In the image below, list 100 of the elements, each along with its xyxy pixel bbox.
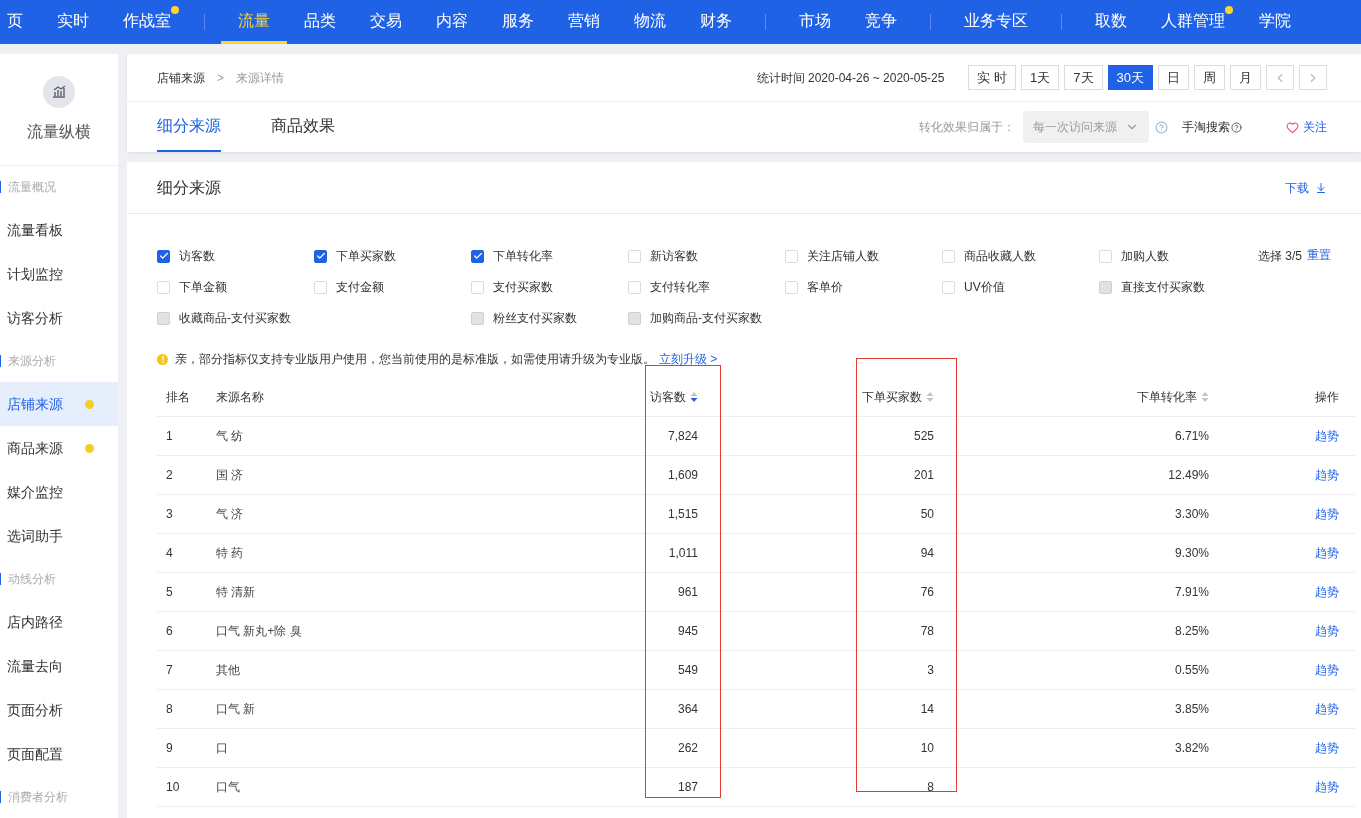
next-button[interactable]	[1299, 65, 1327, 90]
sidebar-item-label: 流量看板	[7, 220, 63, 240]
tab[interactable]: 细分来源	[157, 102, 221, 152]
nav-tab[interactable]: 物流	[617, 0, 683, 44]
blurred-name: 气 济	[216, 506, 244, 523]
trend-link[interactable]: 趋势	[1315, 583, 1339, 601]
nav-tab[interactable]: 服务	[485, 0, 551, 44]
sidebar-item[interactable]: 店内路径	[0, 600, 118, 644]
sidebar-item[interactable]: 流量去向	[0, 644, 118, 688]
nav-tab[interactable]: 流量	[221, 0, 287, 44]
nav-tab[interactable]: 业务专区	[947, 0, 1045, 44]
sidebar-group-label: 动线分析	[8, 571, 56, 588]
trend-link[interactable]: 趋势	[1315, 427, 1339, 445]
checkbox-label: 客单价	[807, 279, 843, 296]
blurred-name: 口气 新	[216, 701, 256, 718]
download-button[interactable]: 下载	[1285, 178, 1327, 197]
sidebar-item[interactable]: 商品来源	[0, 426, 118, 470]
table-cell-text: 3	[166, 506, 173, 523]
table-cell-text: 10	[166, 779, 180, 796]
nav-tab[interactable]: 学院	[1242, 0, 1308, 44]
nav-tab[interactable]: 页	[0, 0, 40, 44]
blurred-name: 气 纺	[216, 428, 244, 445]
search-source-label: 手淘搜索	[1182, 118, 1242, 136]
trend-link[interactable]: 趋势	[1315, 778, 1339, 796]
trend-link[interactable]: 趋势	[1315, 700, 1339, 718]
upgrade-link[interactable]: 立刻升级 >	[659, 352, 718, 366]
table-cell-text: 3.85%	[1174, 701, 1209, 718]
period-button[interactable]: 月	[1230, 65, 1261, 90]
table-cell-text: 5	[166, 584, 173, 601]
nav-tab[interactable]: 取数	[1078, 0, 1144, 44]
sidebar-item-label: 页面配置	[7, 744, 63, 764]
nav-tab[interactable]: 品类	[287, 0, 353, 44]
previous-button[interactable]	[1266, 65, 1294, 90]
sidebar-item[interactable]: 店铺来源	[0, 382, 118, 426]
table-cell-text: 76	[920, 584, 934, 601]
sidebar-item[interactable]: 计划监控	[0, 252, 118, 296]
breadcrumb-item[interactable]: 店铺来源	[157, 68, 205, 87]
table-cell-text: 12.49%	[1168, 467, 1209, 484]
trend-link[interactable]: 趋势	[1315, 466, 1339, 484]
sidebar-item-label: 商品来源	[7, 438, 63, 458]
period-button[interactable]: 7天	[1064, 65, 1103, 90]
table-cell-text: 1,011	[668, 545, 698, 562]
sidebar-item[interactable]: 流量看板	[0, 208, 118, 252]
column-header: 操作	[1315, 388, 1339, 406]
sort-icon[interactable]	[690, 390, 698, 403]
table-cell-text: 7.91%	[1174, 584, 1209, 601]
nav-tab[interactable]: 市场	[782, 0, 848, 44]
checkbox-label: 加购商品-支付买家数	[650, 310, 762, 327]
checkbox-label: 支付买家数	[493, 279, 553, 296]
follow-button[interactable]: 关注	[1286, 118, 1327, 136]
blurred-name: 口气	[216, 779, 240, 796]
trend-link[interactable]: 趋势	[1315, 622, 1339, 640]
table-cell-text: 2	[166, 467, 173, 484]
column-header: 访客数	[650, 388, 686, 406]
tab[interactable]: 商品效果	[271, 102, 335, 152]
period-button[interactable]: 实 时	[968, 65, 1017, 90]
reset-link[interactable]: 重置	[1307, 247, 1331, 263]
nav-tab[interactable]: 营销	[551, 0, 617, 44]
table-cell-text: 1,515	[667, 506, 698, 523]
blurred-name: 其他	[216, 662, 240, 679]
trend-link[interactable]: 趋势	[1315, 661, 1339, 679]
sidebar-item[interactable]: 访客分析	[0, 296, 118, 340]
period-button[interactable]: 日	[1158, 65, 1189, 90]
table-cell-text: 549	[677, 662, 698, 679]
checkbox[interactable]	[471, 249, 484, 263]
trend-link[interactable]: 趋势	[1315, 544, 1339, 562]
checkbox[interactable]	[314, 249, 327, 263]
nav-tab[interactable]: 竞争	[848, 0, 914, 44]
period-button[interactable]: 30天	[1107, 65, 1153, 90]
checkbox[interactable]	[157, 249, 170, 263]
sidebar-title: 流量纵横	[27, 121, 91, 142]
chart-icon	[43, 75, 75, 108]
checkbox-label: 商品收藏人数	[964, 248, 1036, 265]
download-icon	[1315, 181, 1327, 194]
nav-tab[interactable]: 财务	[683, 0, 749, 44]
table-cell-text: 0.55%	[1174, 662, 1209, 679]
help-icon[interactable]	[1155, 120, 1168, 134]
help-icon[interactable]	[1231, 121, 1242, 133]
period-button[interactable]: 周	[1194, 65, 1225, 90]
nav-tab[interactable]: 作战室	[106, 0, 188, 44]
sidebar-item[interactable]: 选词助手	[0, 514, 118, 558]
table-cell-text: 262	[677, 740, 698, 757]
period-button[interactable]: 1天	[1021, 65, 1060, 90]
table-cell-text: 961	[677, 584, 698, 601]
sidebar-item[interactable]: 媒介监控	[0, 470, 118, 514]
nav-tab[interactable]: 实时	[40, 0, 106, 44]
table-cell-text: 201	[913, 467, 934, 484]
nav-tab[interactable]: 人群管理	[1144, 0, 1242, 44]
nav-tab[interactable]: 交易	[353, 0, 419, 44]
trend-link[interactable]: 趋势	[1315, 505, 1339, 523]
sidebar-item[interactable]: 页面配置	[0, 732, 118, 776]
sidebar-item-label: 店铺来源	[7, 394, 63, 414]
nav-tab[interactable]: 内容	[419, 0, 485, 44]
section-title: 细分来源	[157, 177, 221, 198]
table-cell-text: 8.25%	[1174, 623, 1209, 640]
checkbox-label: 加购人数	[1121, 248, 1169, 265]
column-header: 来源名称	[216, 388, 264, 406]
sidebar-item[interactable]: 页面分析	[0, 688, 118, 732]
trend-link[interactable]: 趋势	[1315, 739, 1339, 757]
checkbox-label: 支付转化率	[650, 279, 710, 296]
